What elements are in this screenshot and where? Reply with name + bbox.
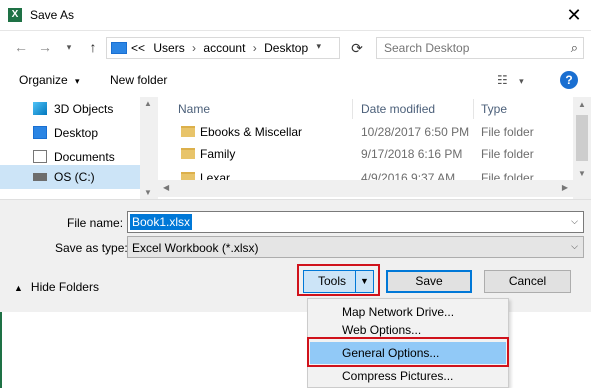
sidebar-scrollbar[interactable]: ▲ ▼ bbox=[140, 97, 157, 199]
scroll-left-icon[interactable]: ◀ bbox=[163, 183, 169, 192]
tools-label: Tools bbox=[318, 274, 347, 288]
scroll-down-icon[interactable]: ▼ bbox=[144, 188, 152, 197]
address-bar[interactable]: << Users › account › Desktop ▾ bbox=[106, 37, 340, 59]
address-dropdown-icon[interactable]: ▾ bbox=[316, 41, 321, 52]
command-bar: Organize ▾ New folder ☷ ▾ ? bbox=[0, 65, 591, 97]
window-edge bbox=[0, 312, 2, 388]
back-arrow-icon[interactable]: ← bbox=[12, 37, 30, 57]
file-type: File folder bbox=[481, 125, 534, 139]
scroll-down-icon[interactable]: ▼ bbox=[578, 169, 586, 178]
search-input[interactable] bbox=[377, 38, 557, 58]
file-date: 10/28/2017 6:50 PM bbox=[361, 125, 470, 139]
desktop-icon bbox=[33, 126, 47, 139]
excel-icon: X bbox=[8, 8, 22, 22]
organize-button[interactable]: Organize ▾ bbox=[19, 73, 80, 87]
title-bar: X Save As ✕ bbox=[0, 0, 591, 31]
scroll-up-icon[interactable]: ▲ bbox=[144, 99, 152, 108]
chevron-down-icon[interactable]: ⌵ bbox=[571, 241, 578, 252]
forward-arrow-icon[interactable]: → bbox=[36, 37, 54, 57]
window-title: Save As bbox=[30, 8, 75, 22]
chevron-down-icon: ▾ bbox=[75, 76, 80, 86]
column-header-date-modified[interactable]: Date modified bbox=[361, 97, 435, 121]
sidebar-item-label: OS (C:) bbox=[54, 170, 95, 184]
breadcrumb-desktop[interactable]: Desktop bbox=[264, 41, 308, 55]
chevron-up-icon: ▲ bbox=[14, 283, 23, 293]
column-header-type[interactable]: Type bbox=[481, 97, 507, 121]
navigation-bar: ← → ▾ ↑ << Users › account › Desktop ▾ ⟳… bbox=[0, 31, 591, 65]
breadcrumb-users[interactable]: Users bbox=[153, 41, 184, 55]
file-name: Family bbox=[200, 147, 236, 161]
sidebar-item-os-c[interactable]: OS (C:) bbox=[0, 165, 140, 189]
file-name-field[interactable]: Book1.xlsx ⌵ bbox=[127, 211, 584, 233]
save-options-panel: File name: Book1.xlsx ⌵ Save as type: Ex… bbox=[0, 199, 591, 312]
drive-icon bbox=[33, 173, 47, 181]
tools-button[interactable]: Tools ▼ bbox=[303, 270, 374, 293]
file-name-value[interactable]: Book1.xlsx bbox=[130, 214, 193, 230]
save-as-type-select[interactable]: Excel Workbook (*.xlsx) ⌵ bbox=[127, 236, 584, 258]
sidebar-item-label: Documents bbox=[54, 150, 115, 164]
file-list-vertical-scrollbar[interactable]: ▲ ▼ bbox=[573, 97, 591, 199]
table-row[interactable]: Family 9/17/2018 6:16 PM File folder bbox=[158, 143, 573, 165]
sidebar-item-label: Desktop bbox=[54, 126, 99, 140]
breadcrumb-account[interactable]: account bbox=[203, 41, 245, 55]
search-box[interactable]: ⌕ bbox=[376, 37, 584, 59]
computer-icon bbox=[111, 42, 127, 54]
view-options-icon[interactable]: ☷ ▾ bbox=[497, 73, 524, 87]
save-as-type-value: Excel Workbook (*.xlsx) bbox=[132, 241, 259, 255]
column-divider[interactable] bbox=[473, 99, 474, 119]
navigation-pane: 3D Objects Desktop Documents OS (C:) ▲ ▼ bbox=[0, 97, 158, 199]
organize-label: Organize bbox=[19, 73, 68, 87]
file-list-horizontal-scrollbar[interactable]: ◀ ▶ bbox=[158, 180, 573, 197]
help-icon[interactable]: ? bbox=[560, 71, 578, 89]
breadcrumb: << Users › account › Desktop bbox=[131, 41, 308, 55]
breadcrumb-prefix: << bbox=[131, 41, 146, 55]
save-as-type-label: Save as type: bbox=[55, 241, 128, 255]
file-name-label: File name: bbox=[67, 216, 124, 230]
file-name: Ebooks & Miscellar bbox=[200, 125, 303, 139]
column-divider[interactable] bbox=[352, 99, 353, 119]
folder-icon bbox=[181, 148, 195, 159]
scroll-up-icon[interactable]: ▲ bbox=[578, 100, 586, 109]
file-date: 9/17/2018 6:16 PM bbox=[361, 147, 463, 161]
search-icon[interactable]: ⌕ bbox=[571, 40, 578, 56]
file-list: Name Date modified Type Ebooks & Miscell… bbox=[158, 97, 591, 199]
scroll-right-icon[interactable]: ▶ bbox=[562, 183, 568, 192]
chevron-down-icon: ▼ bbox=[355, 271, 373, 292]
sidebar-item-label: 3D Objects bbox=[54, 102, 114, 116]
sidebar-item-desktop[interactable]: Desktop bbox=[0, 121, 140, 145]
up-arrow-icon[interactable]: ↑ bbox=[84, 37, 102, 57]
cancel-button[interactable]: Cancel bbox=[484, 270, 571, 293]
scroll-thumb[interactable] bbox=[576, 115, 588, 161]
general-options-highlight-box bbox=[307, 337, 509, 367]
new-folder-button[interactable]: New folder bbox=[110, 73, 167, 87]
breadcrumb-separator-icon: › bbox=[252, 41, 257, 55]
file-type: File folder bbox=[481, 147, 534, 161]
refresh-icon[interactable]: ⟳ bbox=[346, 37, 368, 59]
save-button[interactable]: Save bbox=[386, 270, 472, 293]
breadcrumb-separator-icon: › bbox=[192, 41, 197, 55]
folder-icon bbox=[181, 126, 195, 137]
menu-item-compress-pictures[interactable]: Compress Pictures... bbox=[310, 365, 506, 387]
hide-folders-label: Hide Folders bbox=[30, 280, 99, 294]
close-icon[interactable]: ✕ bbox=[562, 3, 586, 27]
chevron-down-icon[interactable]: ⌵ bbox=[571, 216, 578, 227]
table-row[interactable]: Ebooks & Miscellar 10/28/2017 6:50 PM Fi… bbox=[158, 121, 573, 143]
3d-objects-icon bbox=[33, 102, 47, 115]
documents-icon bbox=[33, 150, 47, 163]
recent-locations-chevron-icon[interactable]: ▾ bbox=[60, 37, 78, 57]
sidebar-item-3d-objects[interactable]: 3D Objects bbox=[0, 97, 140, 121]
column-header-name[interactable]: Name bbox=[178, 97, 210, 121]
hide-folders-button[interactable]: ▲ Hide Folders bbox=[14, 280, 99, 294]
